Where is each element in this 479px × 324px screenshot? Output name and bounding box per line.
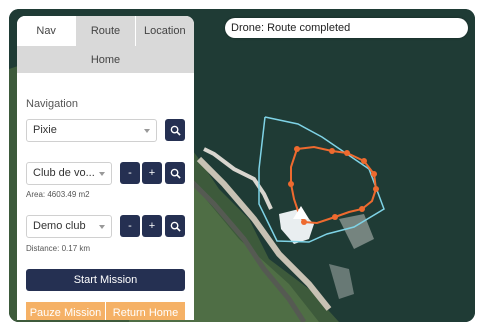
status-text: Drone: Route completed [231,22,351,34]
drone-search-button[interactable] [165,119,185,141]
mission-controls: Pauze Mission Return Home [26,302,185,320]
club-select-value: Club de vo... [33,167,95,179]
club-search-button[interactable] [165,162,185,184]
search-icon [170,168,181,179]
minus-label: - [128,167,132,179]
route-search-button[interactable] [165,215,185,237]
tab-bar: Nav Route Location [17,16,194,46]
route-select[interactable]: Demo club [26,215,112,238]
route-plus-button[interactable]: + [142,215,162,237]
route-minus-button[interactable]: - [120,215,140,237]
area-text: Area: 4603.49 m2 [26,190,90,199]
drone-app-window: Drone: Route completed Nav Route Locatio… [9,9,475,322]
drone-select-value: Pixie [33,124,57,136]
plus-label: + [148,167,156,179]
drone-select[interactable]: Pixie [26,119,157,142]
route-select-value: Demo club [33,220,86,232]
chevron-down-icon [99,225,105,229]
search-icon [170,125,181,136]
tab-location[interactable]: Location [134,16,194,46]
search-icon [170,221,181,232]
home-button[interactable]: Home [17,46,194,73]
pause-mission-button[interactable]: Pauze Mission [26,302,106,320]
home-label: Home [90,53,121,66]
distance-text: Distance: 0.17 km [26,244,91,253]
chevron-down-icon [99,172,105,176]
tab-route[interactable]: Route [75,16,135,46]
control-panel: Nav Route Location Home Navigation Pixie… [17,16,194,320]
navigation-heading: Navigation [26,98,78,110]
return-home-button[interactable]: Return Home [106,302,185,320]
tab-nav[interactable]: Nav [17,16,76,46]
club-select[interactable]: Club de vo... [26,162,112,185]
drone-status-bar: Drone: Route completed [225,18,468,38]
chevron-down-icon [144,129,150,133]
start-mission-button[interactable]: Start Mission [26,269,185,291]
minus-label: - [128,220,132,232]
club-plus-button[interactable]: + [142,162,162,184]
plus-label: + [148,220,156,232]
club-minus-button[interactable]: - [120,162,140,184]
